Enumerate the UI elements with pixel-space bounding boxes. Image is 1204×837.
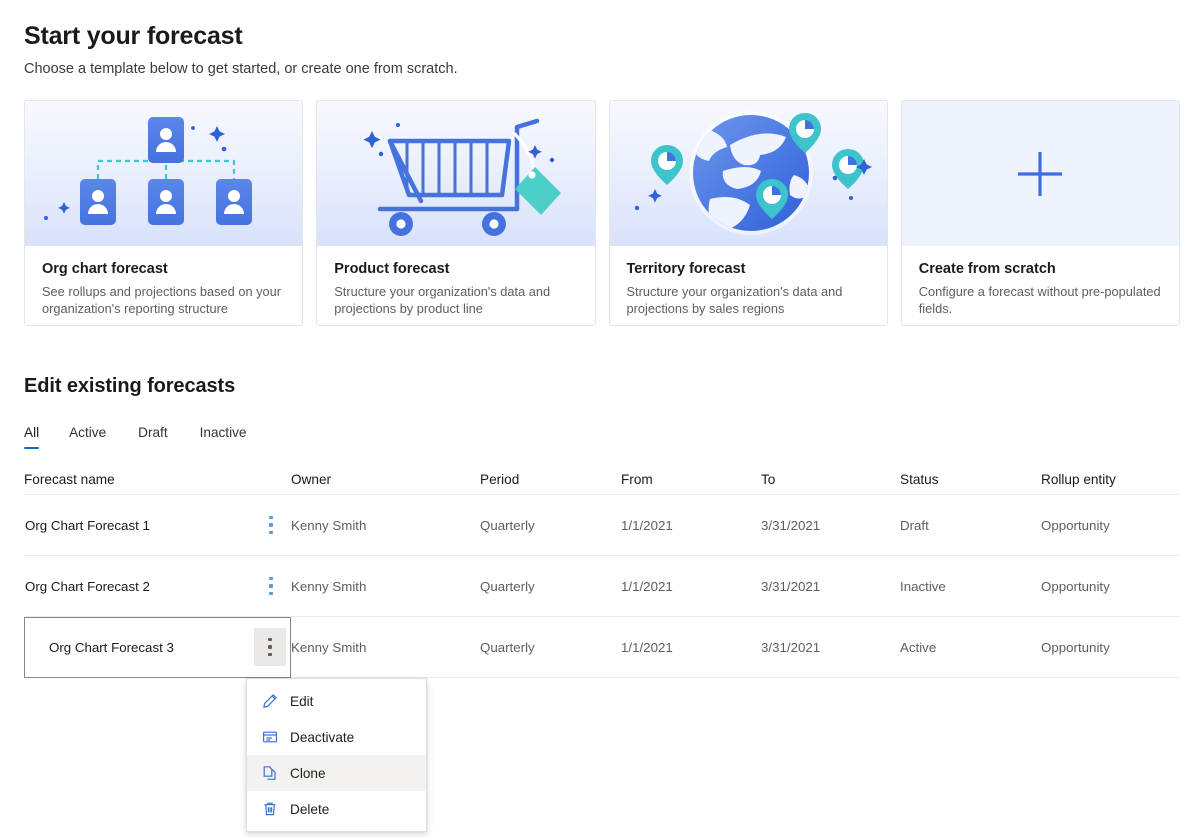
to-date-cell: 3/31/2021 — [761, 639, 821, 655]
globe-pins-illustration — [609, 101, 887, 246]
page-title: Start your forecast — [24, 22, 243, 50]
template-card-title: Territory forecast — [626, 261, 746, 277]
tab-inactive[interactable]: Inactive — [184, 425, 263, 449]
table-header-row: Forecast name Owner Period From To Statu… — [24, 465, 1180, 495]
owner-cell: Kenny Smith — [291, 517, 367, 533]
template-card-title: Product forecast — [334, 261, 450, 277]
row-more-options-icon[interactable] — [255, 567, 287, 605]
to-date-cell: 3/31/2021 — [761, 517, 821, 533]
to-date-cell: 3/31/2021 — [761, 578, 821, 594]
template-card-body: Territory forecast Structure your organi… — [610, 246, 887, 317]
forecast-name-cell[interactable]: Org Chart Forecast 2 — [24, 556, 291, 617]
row-more-options-icon[interactable] — [254, 628, 286, 666]
status-cell: Active — [900, 639, 937, 655]
rollup-entity-cell: Opportunity — [1041, 517, 1110, 533]
forecast-name-cell-inner: Org Chart Forecast 3 — [24, 616, 291, 678]
context-menu-item-edit[interactable]: Edit — [247, 683, 426, 719]
forecast-name-text: Org Chart Forecast 1 — [25, 517, 150, 533]
column-header-rollup-entity[interactable]: Rollup entity — [1041, 472, 1180, 487]
template-card-list: Org chart forecast See rollups and proje… — [24, 100, 1180, 326]
forecasts-table: Forecast name Owner Period From To Statu… — [24, 465, 1180, 678]
template-card-description: Structure your organization's data and p… — [626, 283, 843, 316]
tab-active[interactable]: Active — [53, 425, 122, 449]
template-card-product-forecast[interactable]: Product forecast Structure your organiza… — [316, 100, 596, 326]
from-date-cell: 1/1/2021 — [621, 578, 673, 594]
column-header-status[interactable]: Status — [900, 472, 1041, 487]
status-filter-tabs: All Active Draft Inactive — [24, 425, 1180, 449]
section-title: Edit existing forecasts — [24, 375, 236, 397]
column-header-forecast-name[interactable]: Forecast name — [24, 472, 291, 487]
status-cell: Draft — [900, 517, 929, 533]
trash-icon — [261, 801, 278, 818]
deactivate-icon — [261, 729, 278, 746]
template-card-description: See rollups and projections based on you… — [42, 283, 282, 316]
forecast-name-cell-inner: Org Chart Forecast 2 — [24, 556, 291, 617]
template-card-description: Configure a forecast without pre-populat… — [918, 283, 1161, 316]
owner-cell: Kenny Smith — [291, 578, 367, 594]
shopping-cart-illustration — [317, 101, 595, 246]
context-menu-item-label: Edit — [290, 693, 314, 709]
context-menu-item-delete[interactable]: Delete — [247, 791, 426, 827]
column-header-to[interactable]: To — [761, 472, 900, 487]
column-header-from[interactable]: From — [621, 472, 761, 487]
period-cell: Quarterly — [480, 578, 535, 594]
from-date-cell: 1/1/2021 — [621, 517, 673, 533]
page-subtitle: Choose a template below to get started, … — [24, 61, 458, 77]
forecast-name-cell[interactable]: Org Chart Forecast 1 — [24, 495, 291, 556]
page-header: Start your forecast Choose a template be… — [24, 22, 458, 77]
template-card-body: Create from scratch Configure a forecast… — [902, 246, 1179, 317]
plus-icon — [901, 101, 1179, 246]
forecast-name-cell[interactable]: Org Chart Forecast 3 — [24, 616, 291, 678]
context-menu-item-deactivate[interactable]: Deactivate — [247, 719, 426, 755]
tab-all[interactable]: All — [24, 425, 53, 449]
copy-icon — [261, 765, 278, 782]
column-header-owner[interactable]: Owner — [291, 472, 480, 487]
table-row[interactable]: Org Chart Forecast 3 Kenny Smith Quarter… — [24, 616, 1180, 678]
template-card-territory-forecast[interactable]: Territory forecast Structure your organi… — [608, 100, 888, 326]
forecast-name-text: Org Chart Forecast 2 — [25, 578, 150, 594]
org-chart-illustration — [25, 101, 303, 246]
column-header-period[interactable]: Period — [480, 472, 621, 487]
context-menu-item-clone[interactable]: Clone — [247, 755, 426, 791]
rollup-entity-cell: Opportunity — [1041, 639, 1110, 655]
template-card-create-from-scratch[interactable]: Create from scratch Configure a forecast… — [900, 100, 1180, 326]
edit-existing-forecasts-section: Edit existing forecasts All Active Draft… — [24, 375, 1180, 678]
from-date-cell: 1/1/2021 — [621, 639, 673, 655]
template-card-body: Org chart forecast See rollups and proje… — [25, 246, 302, 317]
table-row[interactable]: Org Chart Forecast 2 Kenny Smith Quarter… — [24, 556, 1180, 617]
template-card-body: Product forecast Structure your organiza… — [317, 246, 594, 317]
pencil-icon — [261, 693, 278, 710]
rollup-entity-cell: Opportunity — [1041, 578, 1110, 594]
table-row[interactable]: Org Chart Forecast 1 Kenny Smith Quarter… — [24, 495, 1180, 556]
context-menu-item-label: Delete — [290, 801, 330, 817]
context-menu-item-label: Clone — [290, 765, 326, 781]
forecast-configuration-page: Start your forecast Choose a template be… — [0, 0, 1204, 837]
forecast-name-cell-inner: Org Chart Forecast 1 — [24, 495, 291, 556]
period-cell: Quarterly — [480, 517, 535, 533]
status-cell: Inactive — [900, 578, 946, 594]
tab-draft[interactable]: Draft — [122, 425, 183, 449]
row-more-options-icon[interactable] — [255, 506, 287, 544]
template-card-description: Structure your organization's data and p… — [334, 283, 551, 316]
owner-cell: Kenny Smith — [291, 639, 367, 655]
template-card-org-chart-forecast[interactable]: Org chart forecast See rollups and proje… — [24, 100, 304, 326]
period-cell: Quarterly — [480, 639, 535, 655]
forecast-name-text: Org Chart Forecast 3 — [49, 639, 174, 655]
context-menu-item-label: Deactivate — [290, 729, 355, 745]
row-context-menu: Edit Deactivate Clone Delete — [246, 678, 427, 832]
template-card-title: Create from scratch — [918, 261, 1056, 277]
template-card-title: Org chart forecast — [42, 261, 168, 277]
